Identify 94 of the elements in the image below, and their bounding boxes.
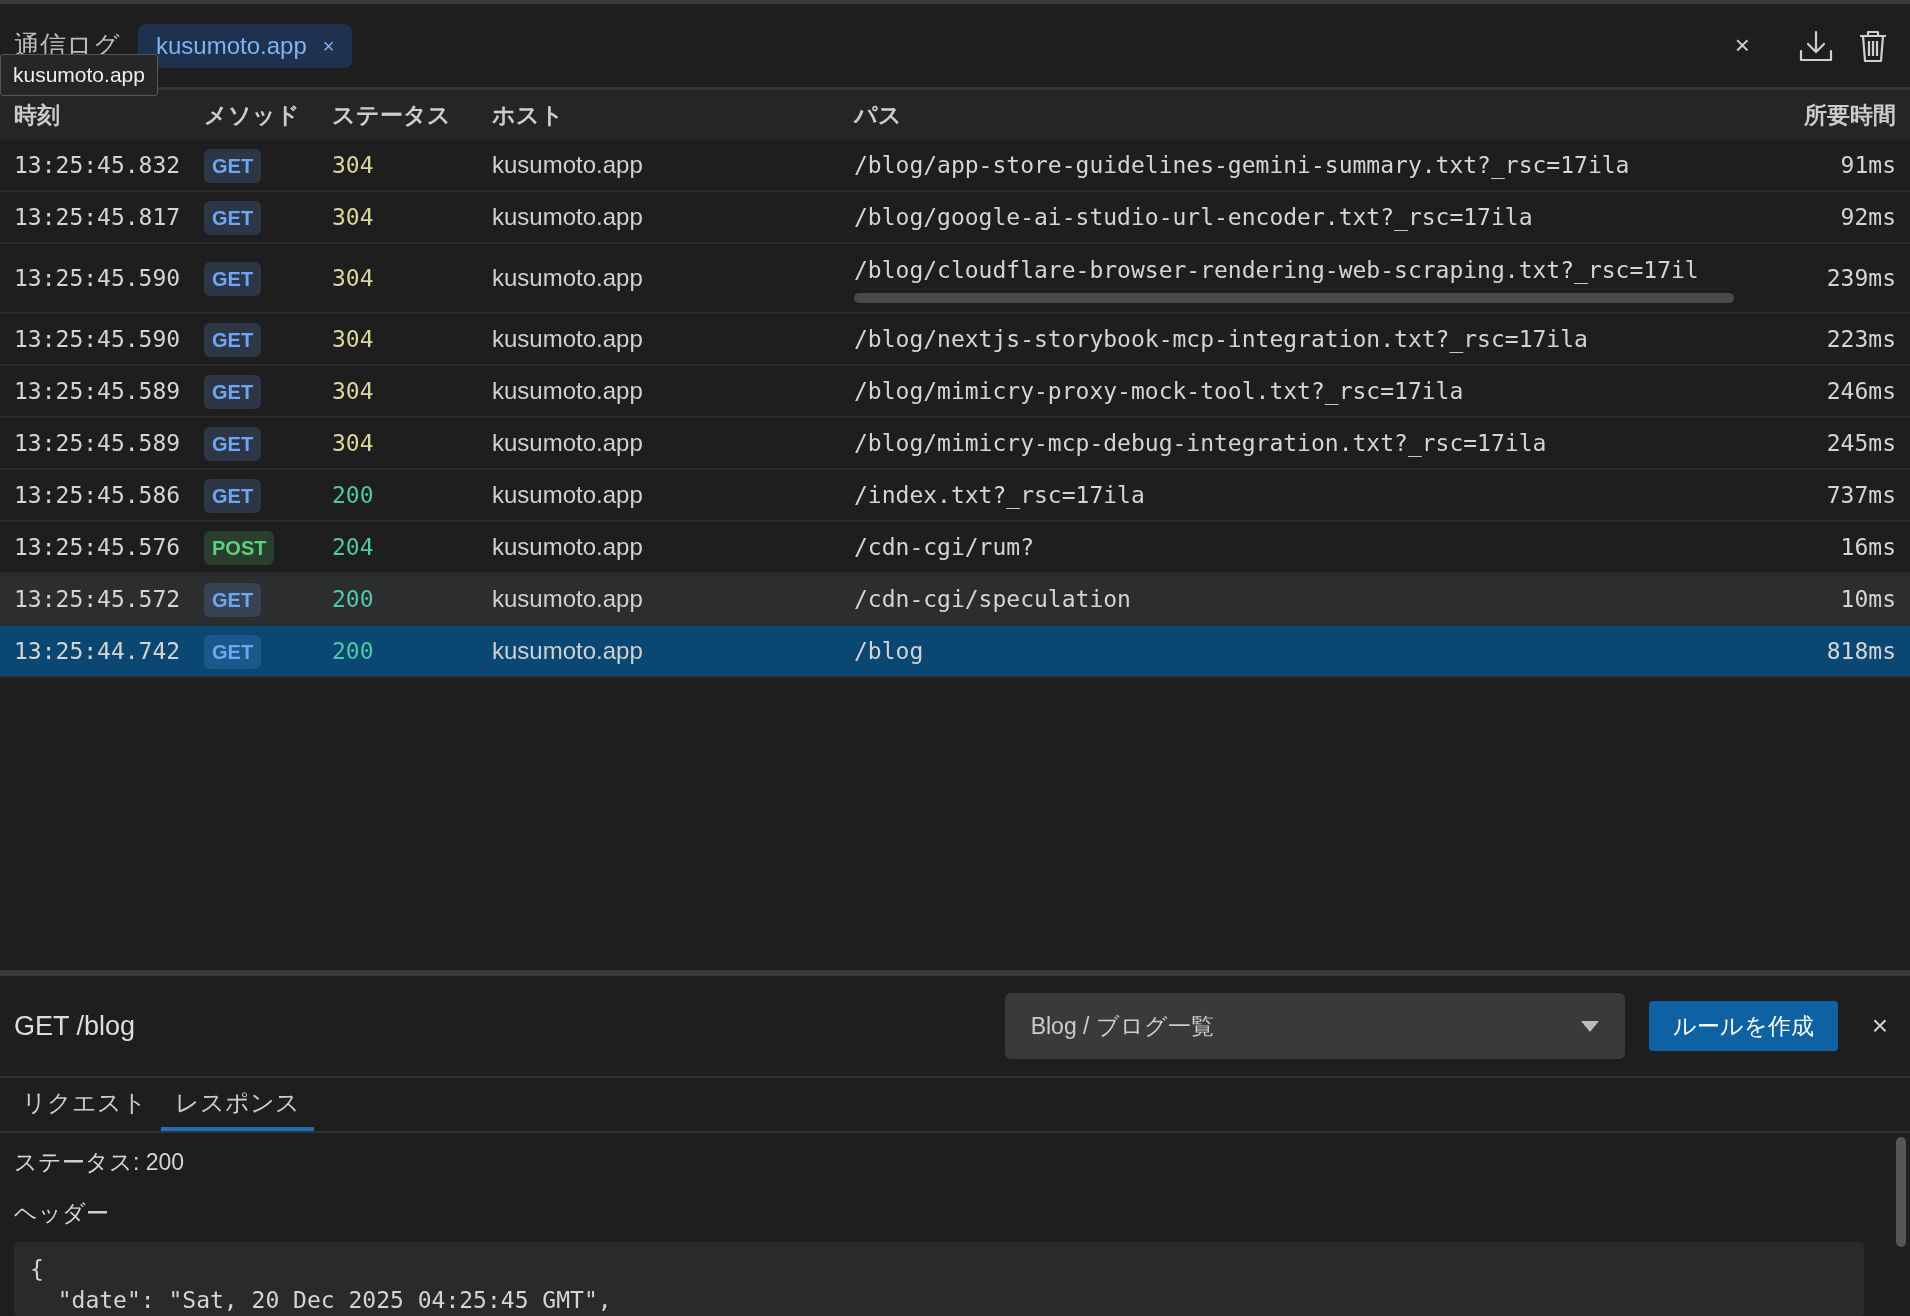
column-header[interactable]: ステータス — [318, 97, 478, 133]
method-badge: GET — [204, 583, 262, 617]
method-badge: GET — [204, 427, 262, 461]
method-badge: GET — [204, 149, 262, 183]
request-row[interactable]: 13:25:45.817 GET 304 kusumoto.app /blog/google-ai-studio-url-encoder.txt?_rsc=17ila 92ms — [0, 192, 1910, 244]
path-cell-text: /blog/nextjs-storybook-mcp-integration.txt?_rsc=17ila — [854, 324, 1589, 355]
host-cell-text: kusumoto.app — [491, 150, 644, 180]
duration-cell-text: 92ms — [1839, 202, 1897, 232]
request-row[interactable]: 13:25:45.589 GET 304 kusumoto.app /blog/mimicry-mcp-debug-integration.txt?_rsc=17ila 245ms — [0, 418, 1910, 470]
host-cell-text: kusumoto.app — [491, 376, 644, 406]
host-cell-text: kusumoto.app — [491, 532, 644, 562]
tab[interactable]: レスポンス — [161, 1078, 314, 1131]
status-text: ステータス: 200 — [14, 1148, 186, 1177]
status-cell-text: 200 — [331, 584, 375, 614]
path-cell-text: /blog/app-store-guidelines-gemini-summary.txt?_rsc=17ila — [854, 150, 1631, 181]
column-header[interactable]: メソッド — [190, 97, 318, 133]
method-badge: GET — [204, 262, 262, 296]
status-cell-text: 304 — [331, 150, 375, 180]
chip-remove-icon[interactable]: × — [322, 30, 335, 61]
time-cell-text: 13:25:45.817 — [13, 202, 182, 232]
host-cell-text: kusumoto.app — [491, 636, 644, 666]
status-cell-text: 304 — [331, 428, 375, 458]
status-cell-text: 304 — [331, 263, 375, 293]
method-badge: GET — [204, 201, 262, 235]
headers-code: { "date": "Sat, 20 Dec 2025 04:25:45 GMT", — [14, 1242, 1864, 1316]
request-row[interactable]: 13:25:45.572 GET 200 kusumoto.app /cdn-cgi/speculation 10ms — [0, 574, 1910, 626]
create-rule-button[interactable]: ルールを作成 — [1648, 1000, 1838, 1052]
duration-cell-text: 10ms — [1839, 584, 1897, 614]
request-title: GET /blog — [14, 1009, 136, 1043]
duration-cell-text: 246ms — [1825, 376, 1897, 406]
column-header[interactable]: ホスト — [478, 97, 840, 133]
time-cell-text: 13:25:45.590 — [13, 263, 182, 293]
status-cell-text: 200 — [331, 480, 375, 510]
request-row[interactable]: 13:25:45.589 GET 304 kusumoto.app /blog/mimicry-proxy-mock-tool.txt?_rsc=17ila 246ms — [0, 366, 1910, 418]
host-cell-text: kusumoto.app — [491, 263, 644, 293]
status-cell-text: 304 — [331, 324, 375, 354]
path-cell-text: /blog/google-ai-studio-url-encoder.txt?_rsc=17ila — [854, 202, 1534, 233]
download-icon[interactable] — [1798, 28, 1834, 63]
host-cell-text: kusumoto.app — [491, 480, 644, 510]
request-row[interactable]: 13:25:45.590 GET 304 kusumoto.app /blog/cloudflare-browser-rendering-web-scraping.txt?_rsc=17il 239ms — [0, 244, 1910, 314]
status-cell-text: 204 — [331, 532, 375, 562]
tab[interactable]: リクエスト — [8, 1078, 161, 1131]
status-cell-text: 304 — [331, 376, 375, 406]
duration-cell-text: 223ms — [1825, 324, 1897, 354]
host-cell-text: kusumoto.app — [491, 428, 644, 458]
time-cell-text: 13:25:44.742 — [13, 636, 182, 666]
column-header[interactable]: パス — [840, 97, 1750, 133]
path-cell-text: /blog — [854, 636, 925, 666]
time-cell-text: 13:25:45.576 — [13, 532, 182, 562]
path-cell-text: /blog/cloudflare-browser-rendering-web-scraping.txt?_rsc=17il — [854, 255, 1700, 286]
method-badge: GET — [204, 323, 262, 357]
path-cell-text: /cdn-cgi/speculation — [854, 584, 1132, 614]
duration-cell-text: 737ms — [1825, 480, 1897, 510]
time-cell-text: 13:25:45.590 — [13, 324, 182, 354]
horizontal-scrollbar[interactable] — [854, 293, 1734, 304]
clear-filter-button[interactable]: × — [1734, 26, 1750, 65]
request-row[interactable]: 13:25:45.832 GET 304 kusumoto.app /blog/app-store-guidelines-gemini-summary.txt?_rsc=17ila 91ms — [0, 140, 1910, 192]
duration-cell-text: 16ms — [1839, 532, 1897, 562]
tooltip: kusumoto.app — [0, 54, 158, 96]
time-cell-text: 13:25:45.589 — [13, 428, 182, 458]
host-cell-text: kusumoto.app — [491, 584, 644, 614]
method-badge: GET — [204, 635, 262, 669]
host-cell-text: kusumoto.app — [491, 202, 644, 232]
duration-cell-text: 245ms — [1825, 428, 1897, 458]
path-cell-text: /blog/mimicry-mcp-debug-integration.txt?_rsc=17ila — [854, 428, 1548, 459]
time-cell-text: 13:25:45.832 — [13, 150, 182, 180]
request-row[interactable]: 13:25:45.590 GET 304 kusumoto.app /blog/nextjs-storybook-mcp-integration.txt?_rsc=17ila 223ms — [0, 314, 1910, 366]
path-cell-text: /cdn-cgi/rum? — [854, 532, 1035, 562]
headers-label: ヘッダー — [14, 1198, 110, 1228]
host-cell-text: kusumoto.app — [491, 324, 644, 354]
rule-select[interactable]: Blog / ブログ一覧 — [1004, 993, 1625, 1059]
status-cell-text: 200 — [331, 636, 375, 666]
caret-icon — [1580, 1020, 1599, 1032]
duration-cell-text: 239ms — [1825, 263, 1897, 293]
column-header[interactable]: 所要時間 — [1750, 97, 1910, 133]
method-badge: POST — [204, 531, 275, 565]
status-cell-text: 304 — [331, 202, 375, 232]
vertical-scrollbar[interactable] — [1896, 1137, 1906, 1247]
time-cell-text: 13:25:45.586 — [13, 480, 182, 510]
filter-chip[interactable]: kusumoto.app × — [138, 23, 353, 68]
method-badge: GET — [204, 479, 262, 513]
time-cell-text: 13:25:45.572 — [13, 584, 182, 614]
trash-icon[interactable] — [1858, 28, 1888, 63]
duration-cell-text: 818ms — [1825, 636, 1897, 666]
time-cell-text: 13:25:45.589 — [13, 376, 182, 406]
path-cell-text: /index.txt?_rsc=17ila — [854, 480, 1146, 511]
close-button[interactable]: × — [1871, 1005, 1888, 1047]
request-row[interactable]: 13:25:44.742 GET 200 kusumoto.app /blog 818ms — [0, 626, 1910, 678]
panel-splitter[interactable] — [0, 970, 1910, 976]
method-badge: GET — [204, 375, 262, 409]
column-header[interactable]: 時刻 — [0, 97, 190, 133]
duration-cell-text: 91ms — [1839, 150, 1897, 180]
path-cell-text: /blog/mimicry-proxy-mock-tool.txt?_rsc=17ila — [854, 376, 1465, 407]
request-row[interactable]: 13:25:45.586 GET 200 kusumoto.app /index.txt?_rsc=17ila 737ms — [0, 470, 1910, 522]
